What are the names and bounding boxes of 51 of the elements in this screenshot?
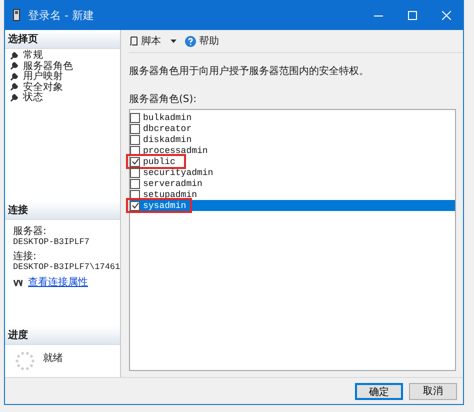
dialog-button[interactable]: 取消 (409, 382, 457, 400)
role-checkbox[interactable] (130, 134, 140, 144)
sidebar-item[interactable]: 服务器角色 (10, 60, 120, 71)
role-checkbox[interactable] (130, 190, 140, 200)
wrench-icon (10, 92, 19, 102)
role-checkbox[interactable] (130, 124, 140, 134)
role-checkbox[interactable] (130, 168, 140, 178)
wrench-icon (10, 50, 19, 60)
sidebar-item[interactable]: 常规 (10, 50, 120, 60)
role-checkbox[interactable] (130, 112, 140, 122)
sidebar-item[interactable]: 用户映射 (10, 71, 120, 82)
connection-label: 连接: (13, 251, 38, 262)
description-text: 服务器角色用于向用户授予服务器范围内的安全特权。 (129, 64, 370, 78)
role-row[interactable]: dbcreator (130, 123, 455, 134)
role-checkbox[interactable] (130, 200, 140, 210)
help-button[interactable]: 帮助 (185, 34, 219, 48)
sidebar-item[interactable]: 状态 (10, 92, 120, 102)
connection-value: DESKTOP-B3IPLF7\17461 (13, 262, 118, 273)
wrench-icon (10, 82, 19, 92)
role-checkbox[interactable] (130, 146, 140, 156)
close-icon (442, 10, 450, 20)
window-title: 登录名 - 新建 (28, 8, 95, 22)
progress-status: 就绪 (43, 352, 63, 366)
role-row[interactable]: bulkadmin (130, 112, 455, 123)
role-row[interactable]: setupadmin (130, 189, 455, 200)
maximize-icon (408, 10, 416, 20)
role-row[interactable]: diskadmin (130, 134, 455, 145)
section-header: 连接 (5, 201, 120, 220)
role-checkbox[interactable] (130, 156, 140, 166)
role-row[interactable]: securityadmin (130, 167, 455, 178)
role-row[interactable]: serveradmin (130, 178, 455, 189)
role-row[interactable]: processadmin (130, 145, 455, 156)
server-value: DESKTOP-B3IPLF7 (13, 237, 91, 248)
role-row[interactable]: public (130, 156, 455, 167)
wrench-icon (10, 72, 19, 81)
app-icon (13, 9, 20, 21)
role-checkbox[interactable] (130, 178, 140, 188)
dialog-button[interactable]: 确定 (355, 382, 403, 400)
spinner-icon (15, 351, 35, 371)
wrench-icon (10, 61, 19, 70)
help-icon (185, 36, 196, 46)
roles-label: 服务器角色(S): (129, 93, 198, 106)
connection-properties-link[interactable]: 查看连接属性 (28, 277, 88, 288)
scroll-icon (129, 36, 138, 46)
server-label: 服务器: (13, 226, 48, 237)
section-header: 选择页 (5, 30, 120, 49)
dropdown-caret-icon[interactable] (169, 38, 178, 44)
script-button[interactable]: 脚本 (129, 34, 161, 48)
section-header: 进度 (5, 326, 120, 345)
connection-icon (13, 278, 23, 286)
sidebar-item[interactable]: 安全对象 (10, 82, 120, 92)
